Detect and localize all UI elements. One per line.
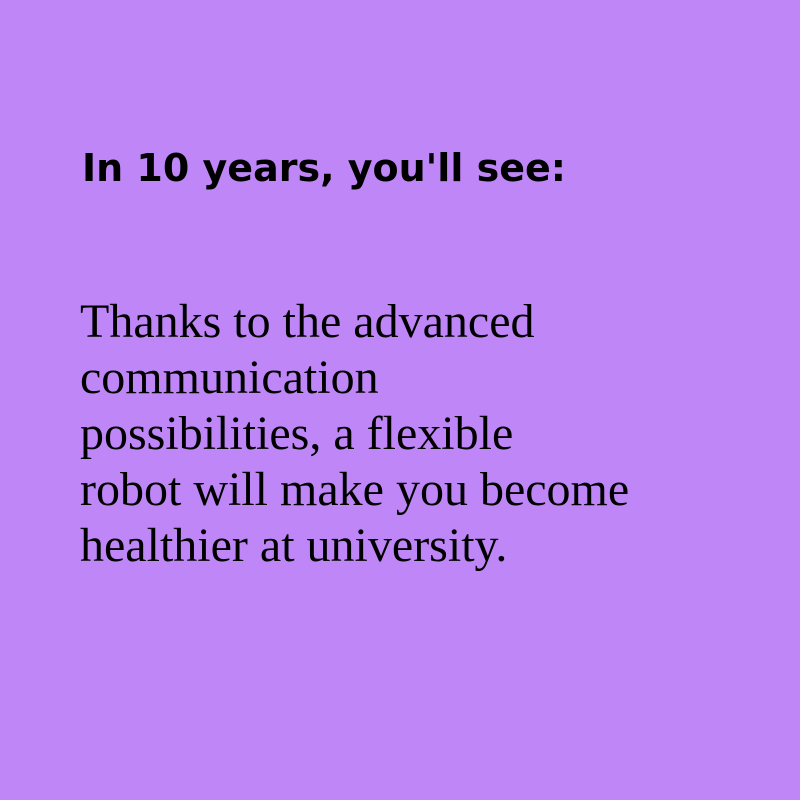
- heading: In 10 years, you'll see:: [82, 146, 566, 190]
- prediction-line: robot will make you become: [80, 463, 630, 516]
- prediction-text: Thanks to the advanced communication pos…: [80, 294, 629, 574]
- prediction-line: communication: [80, 351, 379, 404]
- prediction-line: healthier at university.: [80, 519, 508, 572]
- prediction-line: possibilities, a flexible: [80, 407, 514, 460]
- prediction-line: Thanks to the advanced: [80, 295, 535, 348]
- prediction-card: In 10 years, you'll see: Thanks to the a…: [0, 0, 800, 800]
